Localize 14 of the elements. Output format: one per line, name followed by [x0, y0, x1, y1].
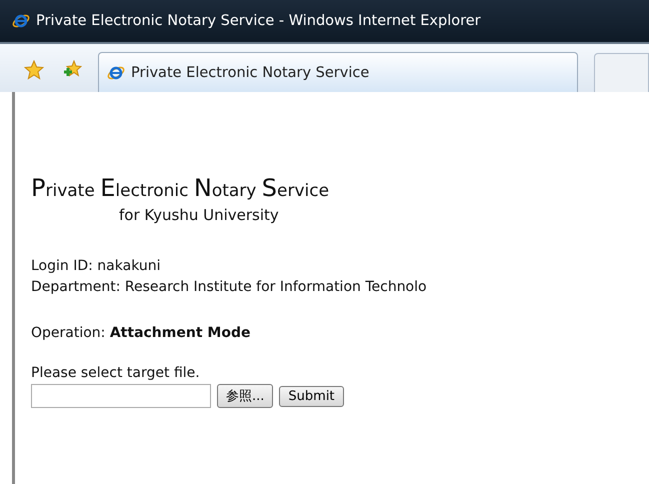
- operation: Operation: Attachment Mode: [31, 325, 252, 341]
- browse-button[interactable]: 参照...: [217, 384, 274, 408]
- file-field[interactable]: [31, 384, 211, 408]
- browser-tab[interactable]: Private Electronic Notary Service: [98, 52, 578, 92]
- star-icon[interactable]: [24, 60, 44, 80]
- department: Department: Research Institute for Information Technolo: [31, 279, 428, 295]
- page-heading: Private Electronic Notary Service: [31, 176, 330, 200]
- prompt: Please select target file.: [31, 365, 201, 381]
- login-id: Login ID: nakakuni: [31, 258, 162, 274]
- window-title: Private Electronic Notary Service - Windows Internet Explorer: [36, 13, 481, 29]
- subtitle: for Kyushu University: [119, 206, 280, 224]
- submit-button[interactable]: Submit: [279, 386, 344, 406]
- new-tab[interactable]: [594, 53, 649, 92]
- browser-logo-icon: [12, 12, 30, 30]
